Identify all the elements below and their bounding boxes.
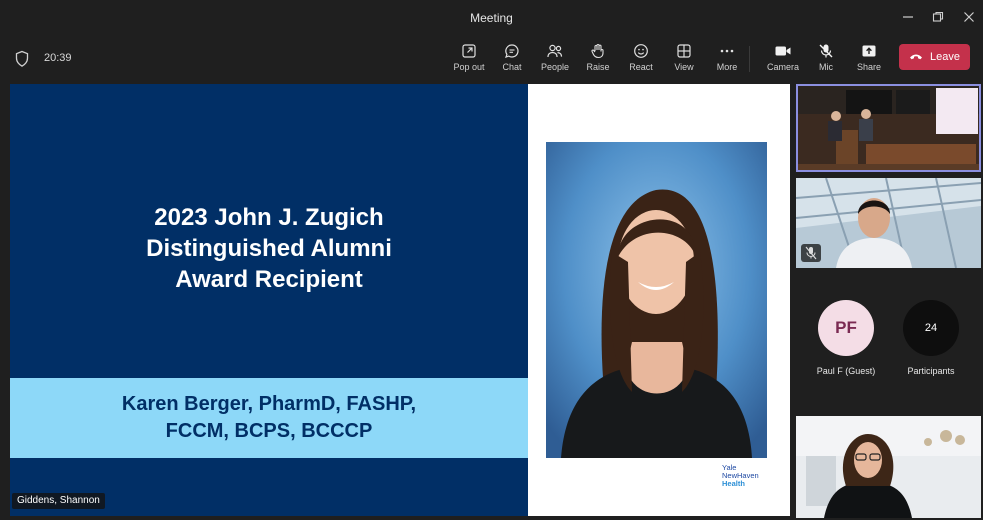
camera-button[interactable]: Camera xyxy=(763,41,803,77)
close-icon xyxy=(964,12,974,22)
pop-out-label: Pop out xyxy=(453,62,485,72)
restore-button[interactable] xyxy=(927,8,949,28)
view-icon xyxy=(677,44,691,58)
more-label: More xyxy=(716,62,738,72)
participant-avatar-tile[interactable]: PF Paul F (Guest) xyxy=(816,300,876,376)
more-icon xyxy=(720,49,734,53)
window-title: Meeting xyxy=(470,11,513,25)
camera-icon xyxy=(775,46,791,56)
people-button[interactable]: People xyxy=(535,41,575,77)
participant-count: 24 xyxy=(924,322,938,334)
portrait-image xyxy=(546,142,767,458)
participants-label: Participants xyxy=(907,366,955,376)
leave-button[interactable]: Leave xyxy=(899,44,970,70)
auditorium-video xyxy=(796,84,981,172)
share-icon xyxy=(862,45,876,57)
toolbar-divider xyxy=(749,46,750,72)
muted-indicator xyxy=(801,244,821,262)
recipient-name-line: FCCM, BCPS, BCCCP xyxy=(165,420,373,442)
participant-video xyxy=(796,416,981,518)
more-participants-tile[interactable]: 24 Participants xyxy=(900,300,962,376)
slide-title-line: 2023 John J. Zugich xyxy=(154,204,384,231)
avatar: PF xyxy=(818,300,874,356)
meeting-toolbar: 20:39 Pop out Chat People Raise React Vi… xyxy=(0,36,983,82)
react-button[interactable]: React xyxy=(621,41,661,77)
people-label: People xyxy=(540,62,570,72)
shield-icon xyxy=(15,50,29,67)
people-icon xyxy=(547,44,563,58)
mic-off-icon xyxy=(819,44,833,58)
more-button[interactable]: More xyxy=(707,41,747,77)
participant-video-tile[interactable] xyxy=(796,416,981,518)
view-button[interactable]: View xyxy=(664,41,704,77)
recipient-portrait xyxy=(546,142,767,458)
yale-new-haven-health-logo: Yale NewHaven Health xyxy=(722,463,759,488)
shared-content: 2023 John J. Zugich Distinguished Alumni… xyxy=(10,84,790,516)
mic-off-icon xyxy=(805,246,817,260)
chat-button[interactable]: Chat xyxy=(492,41,532,77)
slide-title: 2023 John J. Zugich Distinguished Alumni… xyxy=(10,202,528,295)
restore-icon xyxy=(932,11,944,22)
minimize-button[interactable] xyxy=(897,8,919,28)
title-bar: Meeting xyxy=(0,0,983,36)
presenter-name-tag: Giddens, Shannon xyxy=(12,493,105,509)
slide-title-panel: 2023 John J. Zugich Distinguished Alumni… xyxy=(10,84,528,516)
leave-label: Leave xyxy=(930,51,960,63)
mic-label: Mic xyxy=(819,62,833,72)
raise-hand-button[interactable]: Raise xyxy=(578,41,618,77)
participant-video-tile[interactable] xyxy=(796,84,981,172)
recipient-name: Karen Berger, PharmD, FASHP, FCCM, BCPS,… xyxy=(10,391,528,445)
raise-hand-label: Raise xyxy=(586,62,610,72)
close-window-button[interactable] xyxy=(958,8,980,28)
react-icon xyxy=(634,44,648,58)
share-label: Share xyxy=(856,62,882,72)
phone-hangup-icon xyxy=(910,54,922,60)
pop-out-icon xyxy=(462,44,476,58)
chat-icon xyxy=(505,44,519,58)
participant-count-badge: 24 xyxy=(903,300,959,356)
slide-title-line: Award Recipient xyxy=(175,266,363,293)
participant-video-tile[interactable] xyxy=(796,178,981,268)
mic-button[interactable]: Mic xyxy=(806,41,846,77)
recipient-name-band: Karen Berger, PharmD, FASHP, FCCM, BCPS,… xyxy=(10,378,528,458)
react-label: React xyxy=(629,62,653,72)
participant-video xyxy=(796,178,981,268)
chat-label: Chat xyxy=(502,62,522,72)
slide-photo-panel: Yale NewHaven Health xyxy=(528,84,790,516)
slide-title-line: Distinguished Alumni xyxy=(146,235,392,262)
participant-name: Paul F (Guest) xyxy=(816,366,876,376)
avatar-initials: PF xyxy=(835,318,857,337)
pop-out-button[interactable]: Pop out xyxy=(449,41,489,77)
recipient-name-line: Karen Berger, PharmD, FASHP, xyxy=(121,393,417,415)
meeting-timer: 20:39 xyxy=(44,52,72,64)
minimize-icon xyxy=(903,16,913,18)
share-button[interactable]: Share xyxy=(849,41,889,77)
raise-hand-icon xyxy=(591,43,604,59)
view-label: View xyxy=(674,62,694,72)
camera-label: Camera xyxy=(766,62,799,72)
